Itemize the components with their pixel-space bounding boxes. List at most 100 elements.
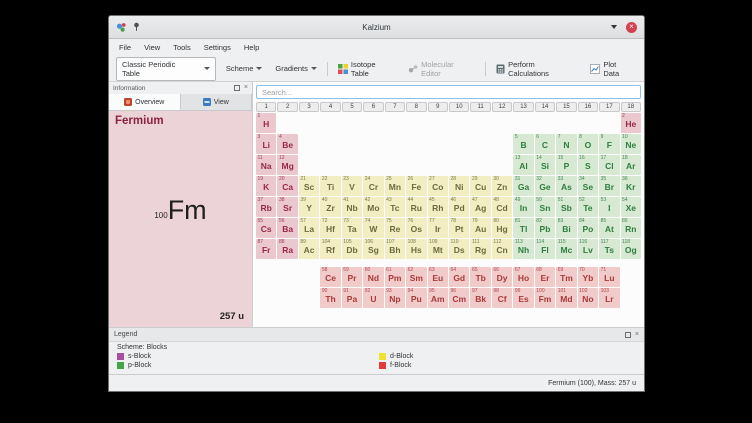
- element-Rn[interactable]: 86Rn: [621, 218, 641, 238]
- element-Na[interactable]: 11Na: [256, 155, 276, 175]
- element-B[interactable]: 5B: [513, 134, 533, 154]
- element-Md[interactable]: 101Md: [556, 288, 576, 308]
- element-Fe[interactable]: 26Fe: [406, 176, 426, 196]
- element-Xe[interactable]: 54Xe: [621, 197, 641, 217]
- element-Og[interactable]: 118Og: [621, 239, 641, 259]
- element-Nb[interactable]: 41Nb: [342, 197, 362, 217]
- element-Rf[interactable]: 104Rf: [320, 239, 340, 259]
- element-Hf[interactable]: 72Hf: [320, 218, 340, 238]
- element-Ge[interactable]: 32Ge: [535, 176, 555, 196]
- table-type-select[interactable]: Classic Periodic Table: [116, 57, 216, 81]
- element-Cd[interactable]: 48Cd: [492, 197, 512, 217]
- element-Se[interactable]: 34Se: [578, 176, 598, 196]
- perform-calculations-button[interactable]: Perform Calculations: [493, 58, 580, 80]
- element-Np[interactable]: 93Np: [385, 288, 405, 308]
- element-Cm[interactable]: 96Cm: [449, 288, 469, 308]
- close-button[interactable]: ×: [626, 22, 637, 33]
- element-Fr[interactable]: 87Fr: [256, 239, 276, 259]
- element-Li[interactable]: 3Li: [256, 134, 276, 154]
- close-legend-icon[interactable]: ×: [635, 332, 639, 338]
- element-Os[interactable]: 76Os: [406, 218, 426, 238]
- chevron-down-icon[interactable]: [611, 25, 617, 29]
- element-Kr[interactable]: 36Kr: [621, 176, 641, 196]
- element-Y[interactable]: 39Y: [299, 197, 319, 217]
- element-Hs[interactable]: 108Hs: [406, 239, 426, 259]
- element-Db[interactable]: 105Db: [342, 239, 362, 259]
- element-Si[interactable]: 14Si: [535, 155, 555, 175]
- element-Ar[interactable]: 18Ar: [621, 155, 641, 175]
- plot-data-button[interactable]: Plot Data: [587, 58, 637, 80]
- element-Cf[interactable]: 98Cf: [492, 288, 512, 308]
- element-Al[interactable]: 13Al: [513, 155, 533, 175]
- element-Mg[interactable]: 12Mg: [277, 155, 297, 175]
- element-Hg[interactable]: 80Hg: [492, 218, 512, 238]
- element-Ru[interactable]: 44Ru: [406, 197, 426, 217]
- element-Re[interactable]: 75Re: [385, 218, 405, 238]
- menu-item-file[interactable]: File: [113, 41, 137, 54]
- element-Lr[interactable]: 103Lr: [599, 288, 619, 308]
- element-Ne[interactable]: 10Ne: [621, 134, 641, 154]
- element-Mt[interactable]: 109Mt: [428, 239, 448, 259]
- menu-item-help[interactable]: Help: [238, 41, 265, 54]
- element-Ag[interactable]: 47Ag: [470, 197, 490, 217]
- element-Pa[interactable]: 91Pa: [342, 288, 362, 308]
- element-Ta[interactable]: 73Ta: [342, 218, 362, 238]
- element-Cl[interactable]: 17Cl: [599, 155, 619, 175]
- element-Cr[interactable]: 24Cr: [363, 176, 383, 196]
- tab-overview[interactable]: Overview: [109, 94, 181, 110]
- element-Zr[interactable]: 40Zr: [320, 197, 340, 217]
- element-At[interactable]: 85At: [599, 218, 619, 238]
- tab-view[interactable]: View: [181, 94, 253, 110]
- element-Bk[interactable]: 97Bk: [470, 288, 490, 308]
- element-Sc[interactable]: 21Sc: [299, 176, 319, 196]
- element-Bi[interactable]: 83Bi: [556, 218, 576, 238]
- element-Eu[interactable]: 63Eu: [428, 267, 448, 287]
- element-Be[interactable]: 4Be: [277, 134, 297, 154]
- molecular-editor-button[interactable]: Molecular Editor: [405, 58, 478, 80]
- element-Yb[interactable]: 70Yb: [578, 267, 598, 287]
- element-Cu[interactable]: 29Cu: [470, 176, 490, 196]
- element-Ds[interactable]: 110Ds: [449, 239, 469, 259]
- element-Fl[interactable]: 114Fl: [535, 239, 555, 259]
- menu-item-tools[interactable]: Tools: [167, 41, 197, 54]
- element-Pt[interactable]: 78Pt: [449, 218, 469, 238]
- menu-item-view[interactable]: View: [138, 41, 166, 54]
- element-Sm[interactable]: 62Sm: [406, 267, 426, 287]
- element-Au[interactable]: 79Au: [470, 218, 490, 238]
- element-Ba[interactable]: 56Ba: [277, 218, 297, 238]
- element-Rg[interactable]: 111Rg: [470, 239, 490, 259]
- scheme-button[interactable]: Scheme: [223, 62, 266, 75]
- element-Fm[interactable]: 100Fm: [535, 288, 555, 308]
- element-O[interactable]: 8O: [578, 134, 598, 154]
- element-Ce[interactable]: 58Ce: [320, 267, 340, 287]
- element-Br[interactable]: 35Br: [599, 176, 619, 196]
- element-Rh[interactable]: 45Rh: [428, 197, 448, 217]
- element-C[interactable]: 6C: [535, 134, 555, 154]
- element-Pr[interactable]: 59Pr: [342, 267, 362, 287]
- element-Er[interactable]: 68Er: [535, 267, 555, 287]
- element-W[interactable]: 74W: [363, 218, 383, 238]
- element-Ac[interactable]: 89Ac: [299, 239, 319, 259]
- pin-icon[interactable]: [132, 22, 141, 32]
- element-Te[interactable]: 52Te: [578, 197, 598, 217]
- element-S[interactable]: 16S: [578, 155, 598, 175]
- element-U[interactable]: 92U: [363, 288, 383, 308]
- element-Ra[interactable]: 88Ra: [277, 239, 297, 259]
- element-As[interactable]: 33As: [556, 176, 576, 196]
- element-Zn[interactable]: 30Zn: [492, 176, 512, 196]
- float-panel-icon[interactable]: [234, 85, 240, 91]
- element-I[interactable]: 53I: [599, 197, 619, 217]
- element-Co[interactable]: 27Co: [428, 176, 448, 196]
- element-K[interactable]: 19K: [256, 176, 276, 196]
- close-panel-icon[interactable]: ×: [244, 85, 248, 91]
- element-Gd[interactable]: 64Gd: [449, 267, 469, 287]
- element-Am[interactable]: 95Am: [428, 288, 448, 308]
- element-Ni[interactable]: 28Ni: [449, 176, 469, 196]
- search-input[interactable]: [256, 85, 641, 99]
- menu-item-settings[interactable]: Settings: [198, 41, 237, 54]
- element-Bh[interactable]: 107Bh: [385, 239, 405, 259]
- element-Sn[interactable]: 50Sn: [535, 197, 555, 217]
- element-V[interactable]: 23V: [342, 176, 362, 196]
- element-Ti[interactable]: 22Ti: [320, 176, 340, 196]
- element-Tl[interactable]: 81Tl: [513, 218, 533, 238]
